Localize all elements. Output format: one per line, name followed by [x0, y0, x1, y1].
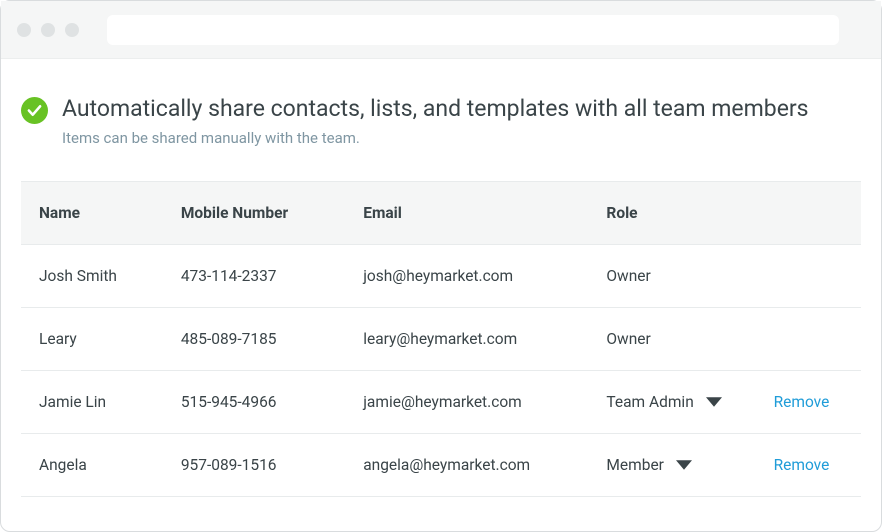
cell-name: Jamie Lin: [21, 370, 163, 433]
cell-mobile: 515-945-4966: [163, 370, 345, 433]
role-label: Member: [606, 456, 664, 474]
cell-role: Team Admin: [588, 370, 755, 433]
table-row: Angela957-089-1516angela@heymarket.com Me…: [21, 433, 861, 496]
cell-role: Owner: [588, 307, 755, 370]
cell-role: Owner: [588, 244, 755, 307]
browser-chrome: [1, 1, 881, 59]
team-members-table: Name Mobile Number Email Role Josh Smith…: [21, 181, 861, 497]
column-header-role: Role: [588, 181, 755, 244]
remove-button[interactable]: Remove: [774, 456, 842, 474]
cell-name: Josh Smith: [21, 244, 163, 307]
cell-action: [756, 307, 861, 370]
cell-mobile: 485-089-7185: [163, 307, 345, 370]
cell-name: Angela: [21, 433, 163, 496]
cell-email: angela@heymarket.com: [345, 433, 588, 496]
setting-title: Automatically share contacts, lists, and…: [62, 95, 809, 123]
cell-email: jamie@heymarket.com: [345, 370, 588, 433]
cell-role: Member: [588, 433, 755, 496]
role-label: Owner: [606, 267, 650, 285]
role-dropdown[interactable]: [706, 397, 722, 407]
cell-action: Remove: [756, 370, 861, 433]
cell-action: Remove: [756, 433, 861, 496]
role-label: Owner: [606, 330, 650, 348]
role-dropdown[interactable]: [676, 460, 692, 470]
window-dot-minimize-icon[interactable]: [41, 23, 55, 37]
window-controls: [17, 23, 79, 37]
cell-email: josh@heymarket.com: [345, 244, 588, 307]
table-row: Leary485-089-7185leary@heymarket.com Owne…: [21, 307, 861, 370]
table-row: Josh Smith473-114-2337josh@heymarket.com…: [21, 244, 861, 307]
checkmark-icon: [21, 97, 48, 124]
cell-email: leary@heymarket.com: [345, 307, 588, 370]
address-bar[interactable]: [107, 15, 839, 45]
column-header-name: Name: [21, 181, 163, 244]
cell-mobile: 473-114-2337: [163, 244, 345, 307]
column-header-email: Email: [345, 181, 588, 244]
chevron-down-icon: [676, 460, 692, 470]
column-header-action: [756, 181, 861, 244]
table-row: Jamie Lin515-945-4966jamie@heymarket.com…: [21, 370, 861, 433]
auto-share-setting[interactable]: Automatically share contacts, lists, and…: [21, 95, 861, 147]
cell-name: Leary: [21, 307, 163, 370]
remove-button[interactable]: Remove: [774, 393, 842, 411]
window-dot-maximize-icon[interactable]: [65, 23, 79, 37]
chevron-down-icon: [706, 397, 722, 407]
cell-mobile: 957-089-1516: [163, 433, 345, 496]
setting-subtitle: Items can be shared manually with the te…: [62, 129, 809, 147]
role-label: Team Admin: [606, 393, 693, 411]
column-header-mobile: Mobile Number: [163, 181, 345, 244]
cell-action: [756, 244, 861, 307]
window-dot-close-icon[interactable]: [17, 23, 31, 37]
